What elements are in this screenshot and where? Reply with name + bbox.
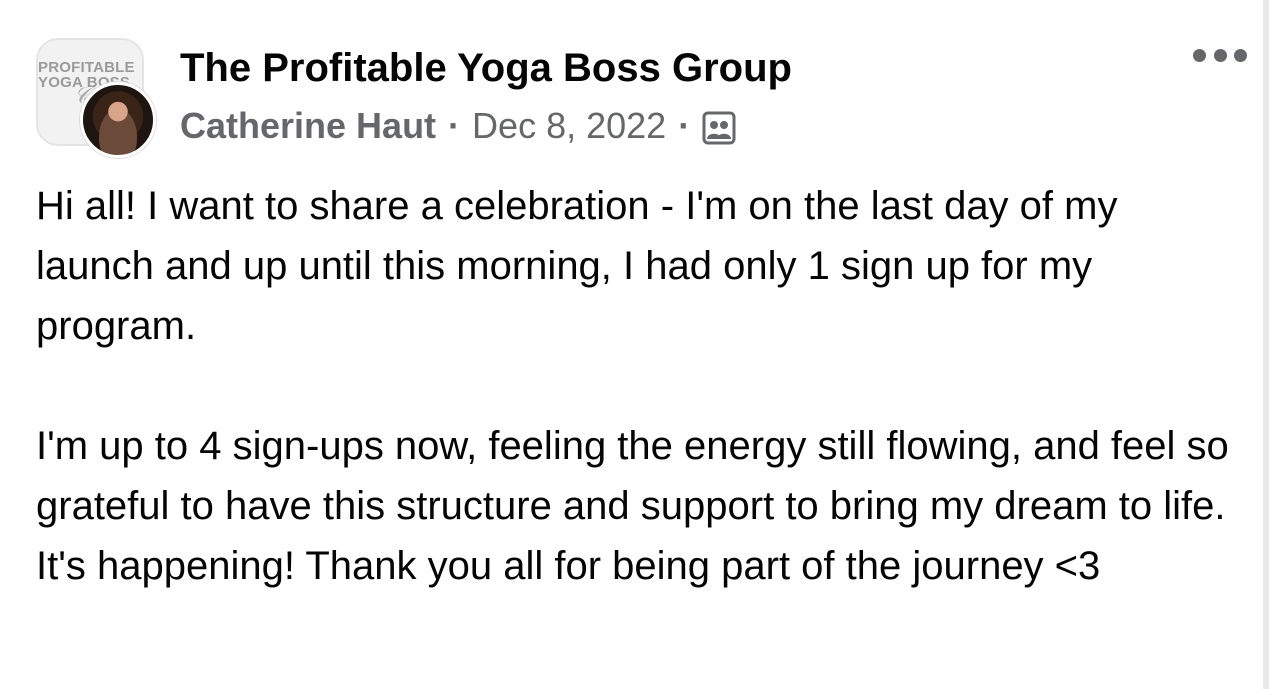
meta-separator: · [448, 105, 461, 146]
author-name-link[interactable]: Catherine Haut [180, 105, 436, 147]
more-dot-icon [1234, 48, 1247, 62]
post-date-link[interactable]: Dec 8, 2022 [472, 105, 666, 147]
meta-separator: · [678, 105, 691, 146]
post-paragraph: I'm up to 4 sign-ups now, feeling the en… [36, 424, 1240, 588]
group-name-link[interactable]: The Profitable Yoga Boss Group [180, 40, 792, 96]
group-members-icon [702, 111, 736, 145]
more-options-button[interactable] [1193, 40, 1247, 70]
post-paragraph: Hi all! I want to share a celebration - … [36, 184, 1129, 348]
more-dot-icon [1213, 48, 1227, 62]
scrollbar-track[interactable] [1263, 0, 1269, 689]
author-avatar[interactable] [80, 82, 156, 158]
group-post: PROFITABLE YOGA BOSS 𝒞 The Profitable Yo… [0, 0, 1269, 689]
more-dot-icon [1193, 48, 1206, 62]
post-body: Hi all! I want to share a celebration - … [36, 176, 1246, 596]
post-meta: Catherine Haut · Dec 8, 2022 · [180, 98, 736, 154]
